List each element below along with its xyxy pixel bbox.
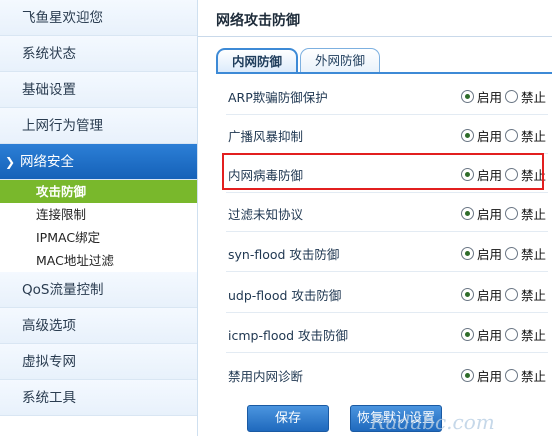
radio-group: 启用 禁止 — [460, 325, 546, 344]
radio-enable-label: 启用 — [476, 287, 502, 303]
sidebar-item-basic-settings[interactable]: 基础设置 — [0, 72, 197, 108]
radio-disable[interactable] — [504, 246, 518, 260]
row-divider — [226, 231, 548, 232]
setting-label: 广播风暴抑制 — [228, 128, 304, 144]
radio-enable-label: 启用 — [476, 368, 502, 384]
row-divider — [226, 352, 548, 353]
setting-row-arp: ARP欺骗防御保护 启用 禁止 — [228, 84, 546, 108]
radio-group: 启用 禁止 — [460, 285, 546, 304]
setting-label: syn-flood 攻击防御 — [228, 246, 340, 262]
setting-label: icmp-flood 攻击防御 — [228, 327, 349, 343]
setting-row-broadcast-storm: 广播风暴抑制 启用 禁止 — [228, 123, 546, 147]
radio-disable-label: 禁止 — [520, 246, 546, 262]
radio-disable-label: 禁止 — [520, 89, 546, 105]
sidebar-subitem-attack-defense[interactable]: 攻击防御 — [0, 180, 197, 203]
radio-disable-label: 禁止 — [520, 128, 546, 144]
radio-enable-label: 启用 — [476, 89, 502, 105]
sidebar-item-system-tools[interactable]: 系统工具 — [0, 380, 197, 416]
sidebar-item-advanced[interactable]: 高级选项 — [0, 308, 197, 344]
title-divider — [198, 36, 552, 37]
radio-group: 启用 禁止 — [460, 126, 546, 145]
setting-label: ARP欺骗防御保护 — [228, 89, 328, 105]
tab-lan-defense[interactable]: 内网防御 — [216, 48, 299, 72]
radio-enable[interactable] — [460, 246, 474, 260]
radio-disable-label: 禁止 — [520, 287, 546, 303]
sidebar-sublist: 攻击防御 连接限制 IPMAC绑定 MAC地址过滤 — [0, 180, 197, 272]
radio-enable-label: 启用 — [476, 206, 502, 222]
radio-enable-label: 启用 — [476, 327, 502, 343]
setting-row-disable-diagnosis: 禁用内网诊断 启用 禁止 — [228, 363, 546, 387]
row-divider — [226, 271, 548, 272]
radio-enable-label: 启用 — [476, 246, 502, 262]
sidebar: 飞鱼星欢迎您 系统状态 基础设置 上网行为管理 ❯ 网络安全 攻击防御 连接限制… — [0, 0, 198, 436]
sidebar-item-vpn[interactable]: 虚拟专网 — [0, 344, 197, 380]
radio-disable[interactable] — [504, 206, 518, 220]
tab-underline — [216, 72, 552, 74]
radio-disable-label: 禁止 — [520, 368, 546, 384]
sidebar-item-system-status[interactable]: 系统状态 — [0, 36, 197, 72]
radio-enable-label: 启用 — [476, 128, 502, 144]
radio-disable-label: 禁止 — [520, 327, 546, 343]
radio-enable[interactable] — [460, 206, 474, 220]
radio-enable[interactable] — [460, 89, 474, 103]
highlight-box — [222, 153, 544, 190]
sidebar-subitem-ipmac-binding[interactable]: IPMAC绑定 — [0, 226, 197, 249]
sidebar-item-label: 网络安全 — [20, 153, 74, 170]
main-panel: 网络攻击防御 内网防御 外网防御 ARP欺骗防御保护 启用 禁止 广播风暴抑制 … — [198, 0, 552, 436]
row-divider — [226, 312, 548, 313]
sidebar-item-qos[interactable]: QoS流量控制 — [0, 272, 197, 308]
sidebar-item-welcome[interactable]: 飞鱼星欢迎您 — [0, 0, 197, 36]
radio-disable[interactable] — [504, 368, 518, 382]
setting-row-udp-flood: udp-flood 攻击防御 启用 禁止 — [228, 282, 546, 306]
radio-group: 启用 禁止 — [460, 204, 546, 223]
setting-label: 禁用内网诊断 — [228, 368, 304, 384]
setting-row-icmp-flood: icmp-flood 攻击防御 启用 禁止 — [228, 322, 546, 346]
radio-disable[interactable] — [504, 89, 518, 103]
sidebar-item-network-security[interactable]: ❯ 网络安全 — [0, 144, 197, 180]
setting-row-syn-flood: syn-flood 攻击防御 启用 禁止 — [228, 241, 546, 265]
radio-group: 启用 禁止 — [460, 366, 546, 385]
radio-enable[interactable] — [460, 327, 474, 341]
radio-disable[interactable] — [504, 128, 518, 142]
save-button[interactable]: 保存 — [247, 405, 329, 432]
chevron-down-icon: ❯ — [4, 154, 16, 169]
setting-label: udp-flood 攻击防御 — [228, 287, 342, 303]
radio-enable[interactable] — [460, 287, 474, 301]
setting-label: 过滤未知协议 — [228, 206, 304, 222]
radio-enable[interactable] — [460, 128, 474, 142]
sidebar-item-behavior-management[interactable]: 上网行为管理 — [0, 108, 197, 144]
radio-group: 启用 禁止 — [460, 87, 546, 106]
radio-disable[interactable] — [504, 287, 518, 301]
sidebar-subitem-mac-filter[interactable]: MAC地址过滤 — [0, 249, 197, 272]
radio-disable-label: 禁止 — [520, 206, 546, 222]
tab-bar: 内网防御 外网防御 — [216, 48, 382, 72]
setting-row-unknown-protocol: 过滤未知协议 启用 禁止 — [228, 201, 546, 225]
radio-disable[interactable] — [504, 327, 518, 341]
row-divider — [226, 114, 548, 115]
radio-enable[interactable] — [460, 368, 474, 382]
radio-group: 启用 禁止 — [460, 244, 546, 263]
page-title: 网络攻击防御 — [216, 13, 300, 29]
row-divider — [226, 192, 548, 193]
sidebar-subitem-connection-limit[interactable]: 连接限制 — [0, 203, 197, 226]
tab-wan-defense[interactable]: 外网防御 — [300, 48, 381, 72]
watermark: Radabc.com — [370, 410, 495, 434]
